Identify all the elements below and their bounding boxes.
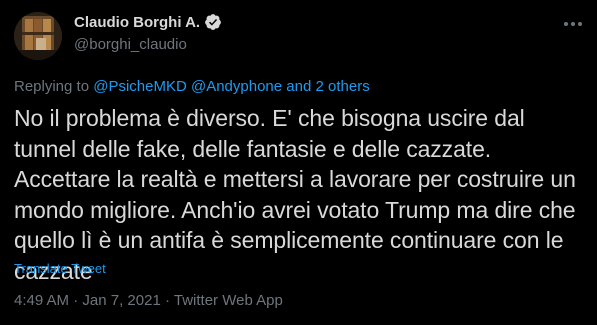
replying-to: Replying to @PsicheMKD @Andyphone and 2 …	[14, 78, 370, 95]
replying-to-label: Replying to	[14, 78, 90, 95]
tweet-date[interactable]: Jan 7, 2021	[82, 292, 160, 309]
others-link[interactable]: and 2 others	[286, 78, 369, 95]
author-info: Claudio Borghi A. @borghi_claudio	[74, 12, 222, 53]
verified-badge-icon	[204, 13, 222, 31]
tweet-text: No il problema è diverso. E' che bisogna…	[14, 105, 576, 284]
avatar[interactable]	[14, 12, 62, 60]
more-options-icon[interactable]	[563, 16, 583, 26]
tweet-time[interactable]: 4:49 AM	[14, 292, 69, 309]
tweet-metadata: 4:49 AM · Jan 7, 2021 · Twitter Web App	[14, 292, 283, 309]
display-name[interactable]: Claudio Borghi A.	[74, 14, 200, 31]
handle[interactable]: @borghi_claudio	[74, 36, 222, 53]
separator: ·	[73, 292, 79, 309]
mention-link[interactable]: @PsicheMKD	[93, 78, 187, 95]
mention-link[interactable]: @Andyphone	[191, 78, 282, 95]
translate-tweet-link[interactable]: Translate Tweet	[14, 261, 106, 276]
tweet-source[interactable]: Twitter Web App	[174, 292, 283, 309]
separator: ·	[164, 292, 170, 309]
tweet-card: Claudio Borghi A. @borghi_claudio Replyi…	[0, 0, 597, 325]
